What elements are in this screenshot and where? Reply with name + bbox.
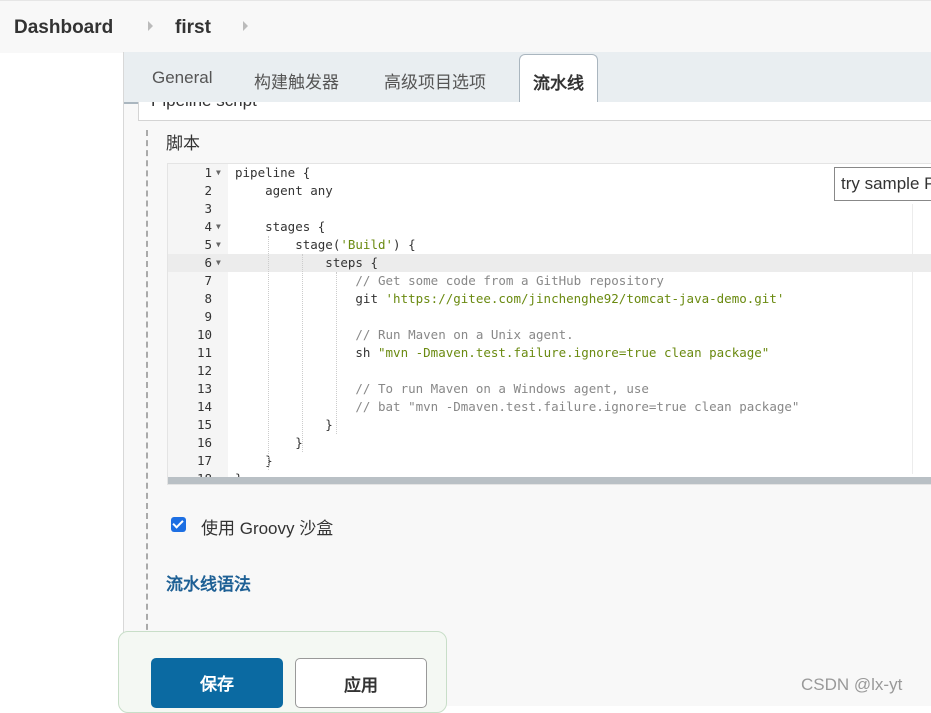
code-line[interactable]: 11 sh "mvn -Dmaven.test.failure.ignore=t… — [168, 344, 931, 362]
code-line[interactable]: 4 ▼ stages { — [168, 218, 931, 236]
code-token: sh — [235, 345, 378, 360]
tab-advanced-options[interactable]: 高级项目选项 — [384, 68, 486, 93]
code-line[interactable]: 9 — [168, 308, 931, 326]
code-string: 'https://gitee.com/jinchenghe92/tomcat-j… — [385, 291, 785, 306]
script-editor[interactable]: 1 ▼ pipeline {2 agent any 3 4 ▼ stages {5 ▼ st… — [167, 163, 931, 485]
code-token: git — [235, 291, 386, 306]
line-number: 13 — [196, 381, 212, 396]
breadcrumb-separator-icon[interactable] — [148, 21, 153, 31]
code-text: // bat "mvn -Dmaven.test.failure.ignore=… — [235, 398, 799, 416]
code-line[interactable]: 17 } — [168, 452, 931, 470]
code-text: stage('Build') { — [235, 236, 416, 254]
code-line[interactable]: 7 // Get some code from a GitHub reposit… — [168, 272, 931, 290]
code-text: stages { — [235, 219, 326, 234]
config-tabs: General 构建触发器 高级项目选项 流水线 — [124, 52, 931, 104]
fold-arrow-icon[interactable]: ▼ — [216, 236, 221, 254]
line-number: 4 — [204, 219, 212, 234]
groovy-sandbox-label[interactable]: 使用 Groovy 沙盒 — [201, 514, 333, 539]
form-button-bar: 保存 应用 — [118, 631, 447, 713]
code-text: sh "mvn -Dmaven.test.failure.ignore=true… — [235, 344, 769, 362]
save-button[interactable]: 保存 — [151, 658, 283, 708]
breadcrumb-bar: Dashboard first — [0, 0, 931, 53]
code-text: pipeline { — [235, 165, 311, 180]
code-token: ) { — [393, 237, 416, 252]
code-comment: // bat "mvn -Dmaven.test.failure.ignore=… — [235, 399, 800, 414]
config-panel: General 构建触发器 高级项目选项 流水线 Pipeline script… — [123, 52, 931, 706]
code-line[interactable]: 3 — [168, 200, 931, 218]
code-line[interactable]: 14 // bat "mvn -Dmaven.test.failure.igno… — [168, 398, 931, 416]
line-number: 10 — [196, 327, 212, 342]
code-comment: // To run Maven on a Windows agent, use — [235, 381, 649, 396]
line-number: 5 — [204, 237, 212, 252]
line-number: 14 — [196, 399, 212, 414]
line-number: 1 — [204, 165, 212, 180]
code-text: // Get some code from a GitHub repositor… — [235, 272, 664, 290]
indent-guide — [336, 272, 337, 434]
code-line[interactable]: 12 — [168, 362, 931, 380]
code-text: // Run Maven on a Unix agent. — [235, 326, 574, 344]
code-line[interactable]: 16 } — [168, 434, 931, 452]
line-number: 12 — [196, 363, 212, 378]
code-token: stage( — [235, 237, 341, 252]
code-line[interactable]: 2 agent any — [168, 182, 931, 200]
code-comment: // Run Maven on a Unix agent. — [235, 327, 574, 342]
code-line[interactable]: 13 // To run Maven on a Windows agent, u… — [168, 380, 931, 398]
breadcrumb-separator-icon[interactable] — [243, 21, 248, 31]
code-text: agent any — [235, 183, 333, 198]
line-number: 3 — [204, 201, 212, 216]
definition-value: Pipeline script — [151, 102, 257, 111]
code-text: git 'https://gitee.com/jinchenghe92/tomc… — [235, 290, 784, 308]
apply-button[interactable]: 应用 — [295, 658, 427, 708]
line-number: 16 — [196, 435, 212, 450]
code-line[interactable]: 10 // Run Maven on a Unix agent. — [168, 326, 931, 344]
code-comment: // Get some code from a GitHub repositor… — [235, 273, 664, 288]
line-number: 8 — [204, 291, 212, 306]
fold-arrow-icon[interactable]: ▼ — [216, 164, 221, 182]
line-number: 6 — [204, 255, 212, 270]
fold-arrow-icon[interactable]: ▼ — [216, 218, 221, 236]
line-number: 2 — [204, 183, 212, 198]
code-text: } — [235, 453, 273, 468]
line-number: 9 — [204, 309, 212, 324]
code-text: // To run Maven on a Windows agent, use — [235, 380, 649, 398]
code-line[interactable]: 15 } — [168, 416, 931, 434]
code-line[interactable]: 6 ▼ steps { — [168, 254, 931, 272]
pipeline-syntax-link[interactable]: 流水线语法 — [166, 570, 251, 595]
code-line[interactable]: 1 ▼ pipeline { — [168, 164, 931, 182]
indent-guide — [268, 236, 269, 470]
tab-build-triggers[interactable]: 构建触发器 — [254, 68, 339, 93]
code-text: } — [235, 417, 333, 432]
code-line[interactable]: 5 ▼ stage('Build') { — [168, 236, 931, 254]
try-sample-pipeline-select[interactable]: try sample Pipeline... — [834, 167, 931, 201]
watermark: CSDN @lx-yt — [801, 675, 903, 694]
indent-guide — [302, 254, 303, 452]
section-indent-line — [146, 130, 148, 640]
groovy-sandbox-checkbox[interactable] — [171, 517, 186, 532]
line-number: 11 — [196, 345, 212, 360]
line-number: 7 — [204, 273, 212, 288]
tab-pipeline[interactable]: 流水线 — [519, 54, 598, 102]
breadcrumb-first[interactable]: first — [175, 17, 211, 39]
tab-general[interactable]: General — [152, 68, 212, 88]
script-label: 脚本 — [166, 134, 200, 153]
definition-select[interactable]: Pipeline script — [138, 102, 931, 121]
code-string: "mvn -Dmaven.test.failure.ignore=true cl… — [378, 345, 770, 360]
print-margin — [912, 204, 913, 474]
fold-arrow-icon[interactable]: ▼ — [216, 254, 221, 272]
line-number: 15 — [196, 417, 212, 432]
horizontal-scrollbar[interactable] — [168, 477, 931, 484]
code-line[interactable]: 8 git 'https://gitee.com/jinchenghe92/to… — [168, 290, 931, 308]
code-text: steps { — [235, 255, 378, 270]
code-string: 'Build' — [340, 237, 394, 252]
breadcrumb-dashboard[interactable]: Dashboard — [14, 17, 113, 39]
line-number: 17 — [196, 453, 212, 468]
